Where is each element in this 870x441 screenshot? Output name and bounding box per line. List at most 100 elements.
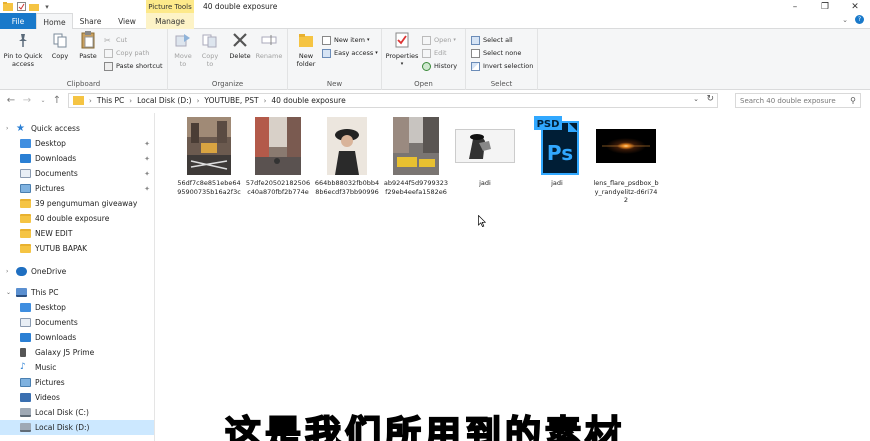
easy-access-button[interactable]: Easy access ▾ xyxy=(322,47,378,59)
rename-label: Rename xyxy=(255,52,283,60)
file-item[interactable]: ab9244f5d9799323f29eb4eefa1582e6 xyxy=(383,116,449,196)
tree-item-local-disk-c[interactable]: Local Disk (C:) xyxy=(0,405,154,420)
select-none-button[interactable]: Select none xyxy=(471,47,521,59)
file-item[interactable]: lens_flare_psdbox_by_randyelitz-d6ri742 xyxy=(593,116,659,205)
clipboard-group: Pin to Quick access Copy Paste ✂ Cut Cop… xyxy=(0,29,168,90)
copy-path-button[interactable]: Copy path xyxy=(104,47,149,59)
tree-item-folder[interactable]: YUTUB BAPAK xyxy=(0,241,154,256)
tree-label: 39 pengumuman giveaway xyxy=(35,199,138,208)
expand-arrow-icon[interactable]: › xyxy=(6,268,14,275)
breadcrumb-local-disk-d[interactable]: Local Disk (D:) xyxy=(137,96,191,105)
minimize-button[interactable]: – xyxy=(780,0,810,13)
tree-item-videos[interactable]: Videos xyxy=(0,390,154,405)
breadcrumb-youtube-pst[interactable]: YOUTUBE, PST xyxy=(204,96,258,105)
invert-selection-button[interactable]: Invert selection xyxy=(471,60,533,72)
collapse-ribbon-icon[interactable]: ⌄ xyxy=(842,16,848,24)
tab-home[interactable]: Home xyxy=(36,13,73,30)
tree-label: Local Disk (C:) xyxy=(35,408,89,417)
tree-quick-access[interactable]: › ★ Quick access xyxy=(0,121,154,136)
cut-button[interactable]: ✂ Cut xyxy=(104,34,127,46)
paste-button[interactable]: Paste xyxy=(75,31,101,60)
history-button[interactable]: History xyxy=(422,60,457,72)
open-group-label: Open xyxy=(414,80,433,88)
up-arrow-icon[interactable]: ↑ xyxy=(50,94,64,106)
tree-item-local-disk-d[interactable]: Local Disk (D:) xyxy=(0,420,154,435)
select-all-button[interactable]: Select all xyxy=(471,34,513,46)
file-item[interactable]: 664bb88032fb0bb48b6ecdf37bb90996 xyxy=(314,116,380,196)
breadcrumb-this-pc[interactable]: This PC xyxy=(97,96,124,105)
copy-to-label: Copy to xyxy=(201,52,219,68)
tree-item-pictures[interactable]: Pictures ✦ xyxy=(0,181,154,196)
back-arrow-icon[interactable]: ← xyxy=(4,94,18,106)
tree-item-folder[interactable]: 39 pengumuman giveaway xyxy=(0,196,154,211)
tab-view[interactable]: View xyxy=(108,13,146,29)
tree-item-documents[interactable]: Documents xyxy=(0,315,154,330)
new-item-dropdown-icon: ▾ xyxy=(366,37,370,43)
breadcrumb-current-folder[interactable]: 40 double exposure xyxy=(271,96,345,105)
open-label: Open xyxy=(434,36,452,44)
expand-arrow-icon[interactable]: ⌄ xyxy=(6,289,14,296)
new-folder-button[interactable]: New folder xyxy=(292,31,320,68)
tree-item-desktop[interactable]: Desktop ✦ xyxy=(0,136,154,151)
new-item-button[interactable]: New item ▾ xyxy=(322,34,369,46)
refresh-icon[interactable]: ↻ xyxy=(706,94,714,104)
ribbon: Pin to Quick access Copy Paste ✂ Cut Cop… xyxy=(0,29,870,90)
search-input[interactable]: Search 40 double exposure ⚲ xyxy=(735,93,861,108)
taxi-photo-thumbnail xyxy=(393,117,439,175)
tab-manage[interactable]: Manage xyxy=(146,13,194,29)
tree-label: OneDrive xyxy=(31,267,67,276)
copy-button[interactable]: Copy xyxy=(47,31,73,60)
expand-arrow-icon[interactable]: › xyxy=(6,125,14,132)
tree-item-music[interactable]: ♪ Music xyxy=(0,360,154,375)
tree-item-pictures[interactable]: Pictures xyxy=(0,375,154,390)
tree-item-folder[interactable]: 40 double exposure xyxy=(0,211,154,226)
move-to-button[interactable]: Move to xyxy=(172,31,194,68)
address-bar[interactable]: › This PC › Local Disk (D:) › YOUTUBE, P… xyxy=(68,93,718,108)
properties-quick-icon[interactable] xyxy=(16,2,26,12)
forward-arrow-icon[interactable]: → xyxy=(20,94,34,106)
close-button[interactable]: ✕ xyxy=(840,0,870,13)
cut-label: Cut xyxy=(116,36,128,44)
tree-item-phone[interactable]: Galaxy J5 Prime xyxy=(0,345,154,360)
open-dropdown-icon: ▾ xyxy=(453,37,456,43)
tree-item-downloads[interactable]: Downloads ✦ xyxy=(0,151,154,166)
edit-button[interactable]: Edit xyxy=(422,47,447,59)
copy-path-label: Copy path xyxy=(116,49,150,57)
rename-button[interactable]: Rename xyxy=(254,31,284,60)
tree-item-downloads[interactable]: Downloads xyxy=(0,330,154,345)
navigation-row: ← → ⌄ ↑ › This PC › Local Disk (D:) › YO… xyxy=(0,90,870,110)
help-icon[interactable]: ? xyxy=(855,15,864,24)
title-bar: ▾ Picture Tools 40 double exposure – ❐ ✕ xyxy=(0,0,870,13)
tree-item-documents[interactable]: Documents ✦ xyxy=(0,166,154,181)
tree-label: YUTUB BAPAK xyxy=(35,244,88,253)
file-item[interactable]: PSD Ps jadi xyxy=(524,116,590,188)
quick-access-dropdown-icon[interactable]: ▾ xyxy=(42,2,52,12)
delete-button[interactable]: Delete xyxy=(228,31,252,60)
tree-label: NEW EDIT xyxy=(35,229,73,238)
open-button[interactable]: Open ▾ xyxy=(422,34,456,46)
paste-shortcut-button[interactable]: Paste shortcut xyxy=(104,60,163,72)
pin-quick-access-button[interactable]: Pin to Quick access xyxy=(3,31,43,68)
address-dropdown-icon[interactable]: ⌄ xyxy=(693,95,699,103)
ps-label: Ps xyxy=(547,141,573,165)
video-subtitle: 这是我们所用到的素材 xyxy=(224,413,626,441)
tree-item-folder[interactable]: NEW EDIT xyxy=(0,226,154,241)
tab-share[interactable]: Share xyxy=(73,13,108,29)
tree-onedrive[interactable]: › OneDrive xyxy=(0,264,154,279)
tree-this-pc[interactable]: ⌄ This PC xyxy=(0,285,154,300)
history-icon xyxy=(422,61,431,71)
copy-to-button[interactable]: Copy to xyxy=(198,31,222,68)
properties-button[interactable]: Properties ▾ xyxy=(385,31,419,68)
file-item[interactable]: jadi xyxy=(452,116,518,188)
new-folder-quick-icon[interactable] xyxy=(29,2,39,12)
new-item-icon xyxy=(322,35,331,45)
select-group: Select all Select none Invert selection … xyxy=(466,29,538,90)
file-item[interactable]: 57dfe20502182506c40a870fbf2b774e xyxy=(245,116,311,196)
file-item[interactable]: 56df7c8e851ebe6495900735b16a2f3c xyxy=(176,116,242,196)
copy-to-icon xyxy=(201,31,219,49)
maximize-button[interactable]: ❐ xyxy=(810,0,840,13)
tab-file[interactable]: File xyxy=(0,13,36,29)
drive-icon xyxy=(20,423,31,432)
tree-item-desktop[interactable]: Desktop xyxy=(0,300,154,315)
recent-locations-icon[interactable]: ⌄ xyxy=(36,94,50,106)
